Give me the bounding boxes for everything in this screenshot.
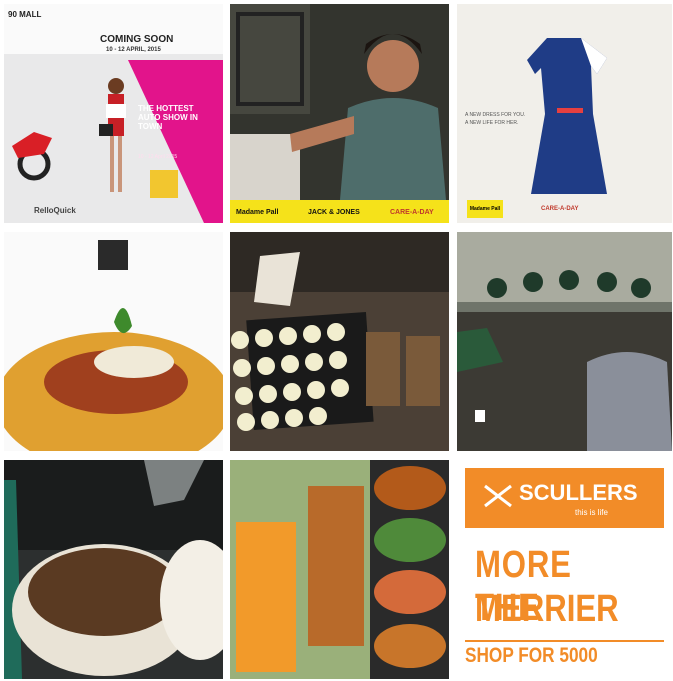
promo-line: A NEW DRESS FOR YOU. bbox=[465, 112, 526, 118]
headline-text: THE HOTTEST AUTO SHOW IN TOWN bbox=[138, 104, 198, 131]
cupcakes-photo bbox=[230, 232, 449, 451]
tile-drinks-and-food-photo[interactable] bbox=[230, 460, 449, 679]
headline-line-2: MERRIER bbox=[475, 588, 619, 630]
sponsor-logo: Madame Pall bbox=[236, 209, 279, 216]
event-badge bbox=[150, 170, 178, 198]
tile-group-meeting-photo[interactable] bbox=[457, 232, 672, 451]
sponsor-brand: RelloQuick bbox=[34, 206, 76, 215]
headline-subtext: 10 - 12 April 2015 bbox=[138, 154, 178, 160]
shop-offer-text: SHOP FOR 5000 bbox=[465, 644, 598, 667]
sponsor-logo: Madame Pall bbox=[467, 200, 503, 218]
tile-cupcakes-photo[interactable] bbox=[230, 232, 449, 451]
coffee-pour-photo bbox=[4, 460, 223, 679]
tile-coffee-pour-photo[interactable] bbox=[4, 460, 223, 679]
tile-dress-promo[interactable]: A NEW DRESS FOR YOU. A NEW LIFE FOR HER.… bbox=[457, 4, 672, 223]
auto-show-illustration bbox=[4, 54, 223, 223]
girl-photo bbox=[230, 4, 449, 200]
scullers-tagline: this is life bbox=[575, 508, 608, 517]
crossed-oars-icon bbox=[484, 484, 512, 508]
sponsor-logo: JACK & JONES bbox=[308, 209, 360, 216]
drinks-and-food-photo bbox=[230, 460, 449, 679]
spaghetti-photo bbox=[4, 232, 223, 451]
tile-uniform-girl-photo[interactable]: Madame Pall JACK & JONES CARE-A-DAY bbox=[230, 4, 449, 223]
promo-line: A NEW LIFE FOR HER. bbox=[465, 120, 519, 126]
event-dates: 10 - 12 APRIL, 2015 bbox=[106, 47, 161, 53]
divider bbox=[465, 640, 664, 642]
tile-scullers-promo[interactable]: SCULLERS this is life MORE THE MERRIER S… bbox=[457, 460, 672, 679]
scullers-brand: SCULLERS bbox=[519, 480, 638, 505]
coming-soon-text: COMING SOON bbox=[100, 34, 174, 45]
sponsor-logo: CARE-A-DAY bbox=[390, 209, 434, 216]
tile-auto-show-promo[interactable]: 90 MALL COMING SOON 10 - 12 APRIL, 2015 … bbox=[4, 4, 223, 223]
tile-spaghetti-photo[interactable] bbox=[4, 232, 223, 451]
group-meeting-photo bbox=[457, 232, 672, 451]
mall-logo: 90 MALL bbox=[8, 10, 42, 19]
sponsor-logo: CARE-A-DAY bbox=[541, 206, 579, 212]
